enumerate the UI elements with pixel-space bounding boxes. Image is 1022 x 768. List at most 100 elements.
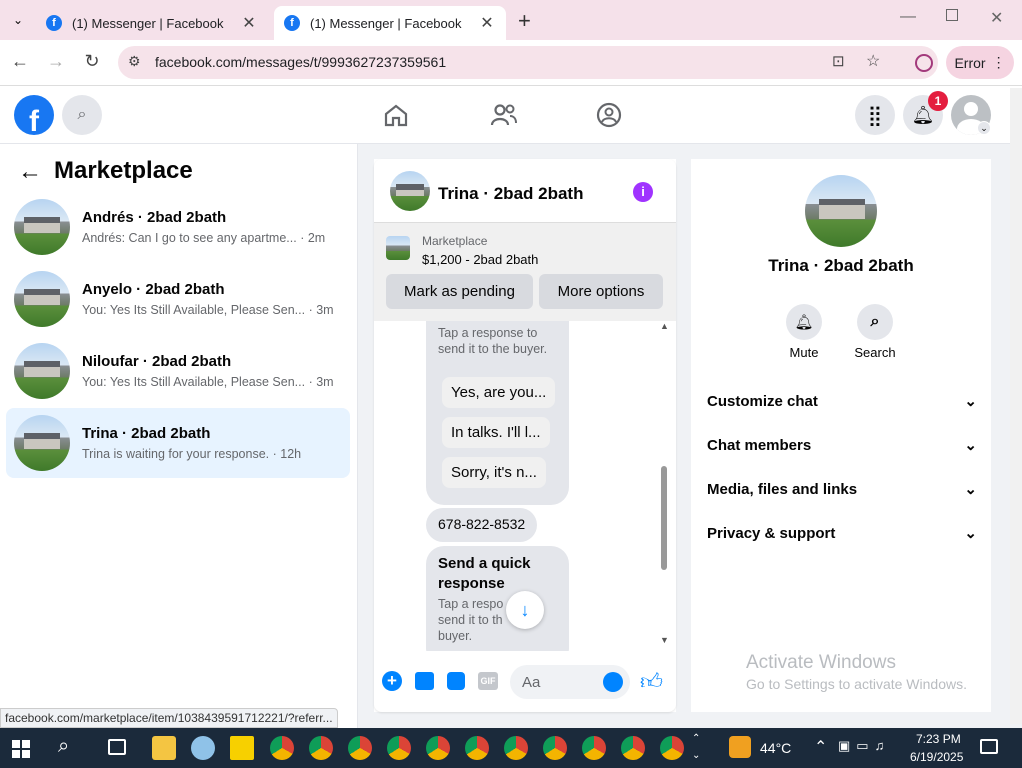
address-bar[interactable]: ⚙ facebook.com/messages/t/99936272373595… <box>118 46 938 79</box>
thread-scrollbar[interactable] <box>661 466 667 570</box>
error-button[interactable]: Error ⋮ <box>946 46 1014 79</box>
chrome-icon[interactable] <box>426 736 450 760</box>
quick-reply-option[interactable]: In talks. I'll l... <box>442 417 550 448</box>
account-chevron-down-icon[interactable]: ⌄ <box>977 121 991 135</box>
more-options-button[interactable]: More options <box>539 274 663 309</box>
browser-tab-1[interactable]: f (1) Messenger | Facebook ✕ <box>36 6 268 40</box>
media-files-links-section[interactable]: Media, files and links ⌄ <box>707 478 977 500</box>
sticky-notes-icon[interactable] <box>230 736 254 760</box>
info-icon[interactable]: i <box>633 182 653 202</box>
conversation-preview: You: Yes Its Still Available, Please Sen… <box>82 375 306 389</box>
facebook-logo-icon[interactable]: f <box>14 95 54 135</box>
browser-toolbar: ← → ↻ ⚙ facebook.com/messages/t/99936272… <box>0 40 1022 86</box>
conversation-item-andres[interactable]: Andrés · 2bad 2bath Andrés: Can I go to … <box>6 192 350 262</box>
forward-arrow-icon[interactable]: → <box>44 51 68 72</box>
quick-reply-bubble: Tap a response to send it to the buyer. … <box>426 321 569 505</box>
groups-icon[interactable] <box>596 102 622 128</box>
quick-reply-option[interactable]: Yes, are you... <box>442 377 556 408</box>
mute-bell-icon[interactable]: 🔔︎ <box>786 304 822 340</box>
quick-reply-option[interactable]: Sorry, it's n... <box>442 457 546 488</box>
clock-time[interactable]: 7:23 PM <box>916 732 961 746</box>
conversation-item-trina[interactable]: Trina · 2bad 2bath Trina is waiting for … <box>6 408 350 478</box>
paint-app-icon[interactable] <box>191 736 215 760</box>
task-view-icon[interactable] <box>108 739 126 755</box>
conversation-item-anyelo[interactable]: Anyelo · 2bad 2bath You: Yes Its Still A… <box>6 264 350 334</box>
bookmark-star-icon[interactable]: ☆ <box>866 51 880 71</box>
photo-icon[interactable] <box>415 672 434 690</box>
listing-thumbnail[interactable] <box>386 236 410 260</box>
phone-message: 678-822-8532 <box>426 508 538 542</box>
reload-icon[interactable]: ↻ <box>80 51 104 72</box>
sticker-icon[interactable] <box>447 672 465 690</box>
chrome-icon[interactable] <box>621 736 645 760</box>
plus-icon[interactable]: + <box>382 671 402 691</box>
customize-chat-section[interactable]: Customize chat ⌄ <box>707 390 977 412</box>
contact-avatar[interactable] <box>805 175 877 247</box>
back-arrow-icon[interactable]: ← <box>18 158 42 186</box>
emoji-icon[interactable] <box>603 672 623 692</box>
taskbar-search-icon[interactable]: ⌕ <box>58 735 69 758</box>
scroll-up-arrow-icon[interactable]: ▲ <box>660 321 669 331</box>
listing-thumbnail <box>14 199 70 255</box>
minimize-window-button[interactable]: — <box>900 8 916 26</box>
clock-date[interactable]: 6/19/2025 <box>910 750 963 764</box>
privacy-support-section[interactable]: Privacy & support ⌄ <box>707 522 977 544</box>
chrome-icon[interactable] <box>543 736 567 760</box>
facebook-favicon-icon: f <box>284 15 300 31</box>
weather-icon[interactable] <box>729 736 751 758</box>
scroll-down-arrow-icon[interactable]: ▼ <box>660 635 669 645</box>
close-tab-icon[interactable]: ✕ <box>240 13 258 33</box>
menu-grid-icon[interactable]: ⣿ <box>855 95 895 135</box>
listing-thumbnail <box>390 171 430 211</box>
scroll-down-button[interactable]: ↓ <box>506 591 544 629</box>
chrome-icon[interactable] <box>660 736 684 760</box>
notifications-badge: 1 <box>928 91 948 111</box>
file-explorer-icon[interactable] <box>152 736 176 760</box>
tab-search-button[interactable]: ⌄ <box>8 10 28 30</box>
back-arrow-icon[interactable]: ← <box>8 51 32 72</box>
browser-tab-2-active[interactable]: f (1) Messenger | Facebook ✕ <box>274 6 506 40</box>
conversation-name: Andrés · 2bad 2bath <box>82 209 227 226</box>
new-tab-button[interactable]: + <box>518 8 531 34</box>
search-icon[interactable]: ⌕ <box>857 304 893 340</box>
chrome-icon[interactable] <box>504 736 528 760</box>
install-app-icon[interactable]: ⊡ <box>832 52 845 70</box>
profile-icon[interactable] <box>915 54 933 72</box>
error-label: Error <box>954 54 986 71</box>
home-icon[interactable] <box>383 102 409 128</box>
tray-chevron-up-icon[interactable]: ⌃ <box>814 737 827 757</box>
windows-start-icon[interactable] <box>12 740 30 758</box>
background <box>358 712 1022 728</box>
page-scrollbar[interactable] <box>1010 88 1022 724</box>
chrome-icon[interactable] <box>270 736 294 760</box>
site-info-icon[interactable]: ⚙ <box>128 53 141 70</box>
taskbar-scroll-icon[interactable]: ⌃ ⌄ <box>692 730 700 764</box>
chat-title[interactable]: Trina · 2bad 2bath <box>438 184 583 204</box>
chrome-icon[interactable] <box>387 736 411 760</box>
chrome-icon[interactable] <box>582 736 606 760</box>
chat-members-section[interactable]: Chat members ⌄ <box>707 434 977 456</box>
thumbs-up-icon[interactable]: 👍︎ <box>640 668 663 695</box>
friends-icon[interactable] <box>490 102 518 128</box>
chrome-icon[interactable] <box>309 736 333 760</box>
gif-icon[interactable]: GIF <box>478 672 498 690</box>
message-input[interactable]: Aa <box>510 665 630 699</box>
close-window-button[interactable]: ✕ <box>990 8 1003 28</box>
chrome-icon[interactable] <box>348 736 372 760</box>
tray-icons[interactable]: ▣▭♫ <box>838 738 890 754</box>
listing-price[interactable]: $1,200 - 2bad 2bath <box>422 252 538 267</box>
section-label: Customize chat <box>707 392 818 410</box>
chat-header: Trina · 2bad 2bath i <box>374 159 676 223</box>
chat-window: Trina · 2bad 2bath i Marketplace $1,200 … <box>374 159 676 712</box>
temperature-text[interactable]: 44°C <box>760 740 791 756</box>
search-icon[interactable]: ⌕ <box>62 95 102 135</box>
message-thread[interactable]: Tap a response to send it to the buyer. … <box>374 321 676 651</box>
notification-center-icon[interactable] <box>980 739 998 754</box>
conversation-item-niloufar[interactable]: Niloufar · 2bad 2bath You: Yes Its Still… <box>6 336 350 406</box>
close-tab-icon[interactable]: ✕ <box>478 13 496 33</box>
chrome-icon[interactable] <box>465 736 489 760</box>
background <box>358 144 374 728</box>
mark-as-pending-button[interactable]: Mark as pending <box>386 274 533 309</box>
chevron-down-icon: ⌄ <box>964 481 977 498</box>
restore-window-button[interactable] <box>946 9 958 21</box>
